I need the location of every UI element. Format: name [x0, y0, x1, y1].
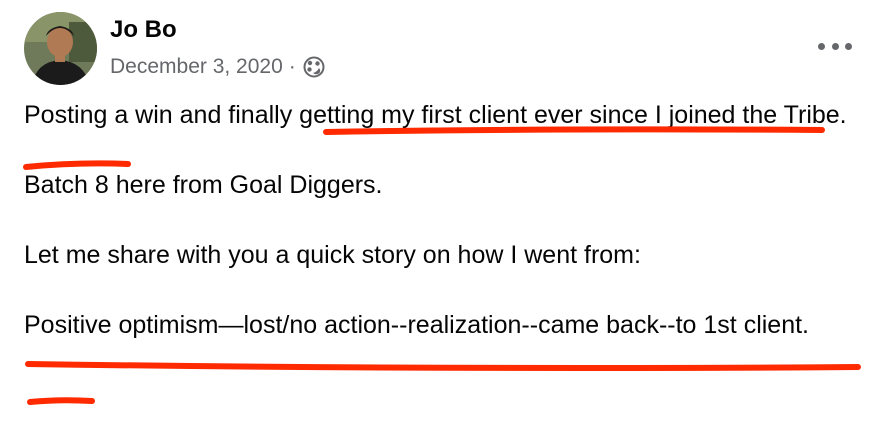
globe-icon[interactable]: [302, 55, 326, 79]
meta-separator: ·: [288, 55, 296, 78]
post-paragraph: Batch 8 here from Goal Diggers.: [24, 171, 383, 199]
post-paragraph: Let me share with you a quick story on h…: [24, 241, 641, 269]
post-paragraph: Posting a win and finally getting my fir…: [24, 101, 847, 129]
annotation-underline: [25, 361, 861, 371]
avatar[interactable]: [24, 12, 97, 85]
post-paragraph: Positive optimism—lost/no action--realiz…: [24, 311, 809, 339]
more-dot: [831, 42, 839, 50]
post-body: Posting a win and finally getting my fir…: [24, 98, 854, 343]
more-dot: [818, 42, 825, 50]
author-name[interactable]: Jo Bo: [110, 14, 177, 46]
post-date[interactable]: December 3, 2020: [110, 55, 283, 79]
more-options-button[interactable]: [818, 36, 852, 56]
more-dot: [845, 42, 852, 50]
annotation-underline: [27, 397, 95, 405]
avatar-photo: [24, 12, 97, 85]
post-meta: December 3, 2020 ·: [110, 52, 326, 82]
